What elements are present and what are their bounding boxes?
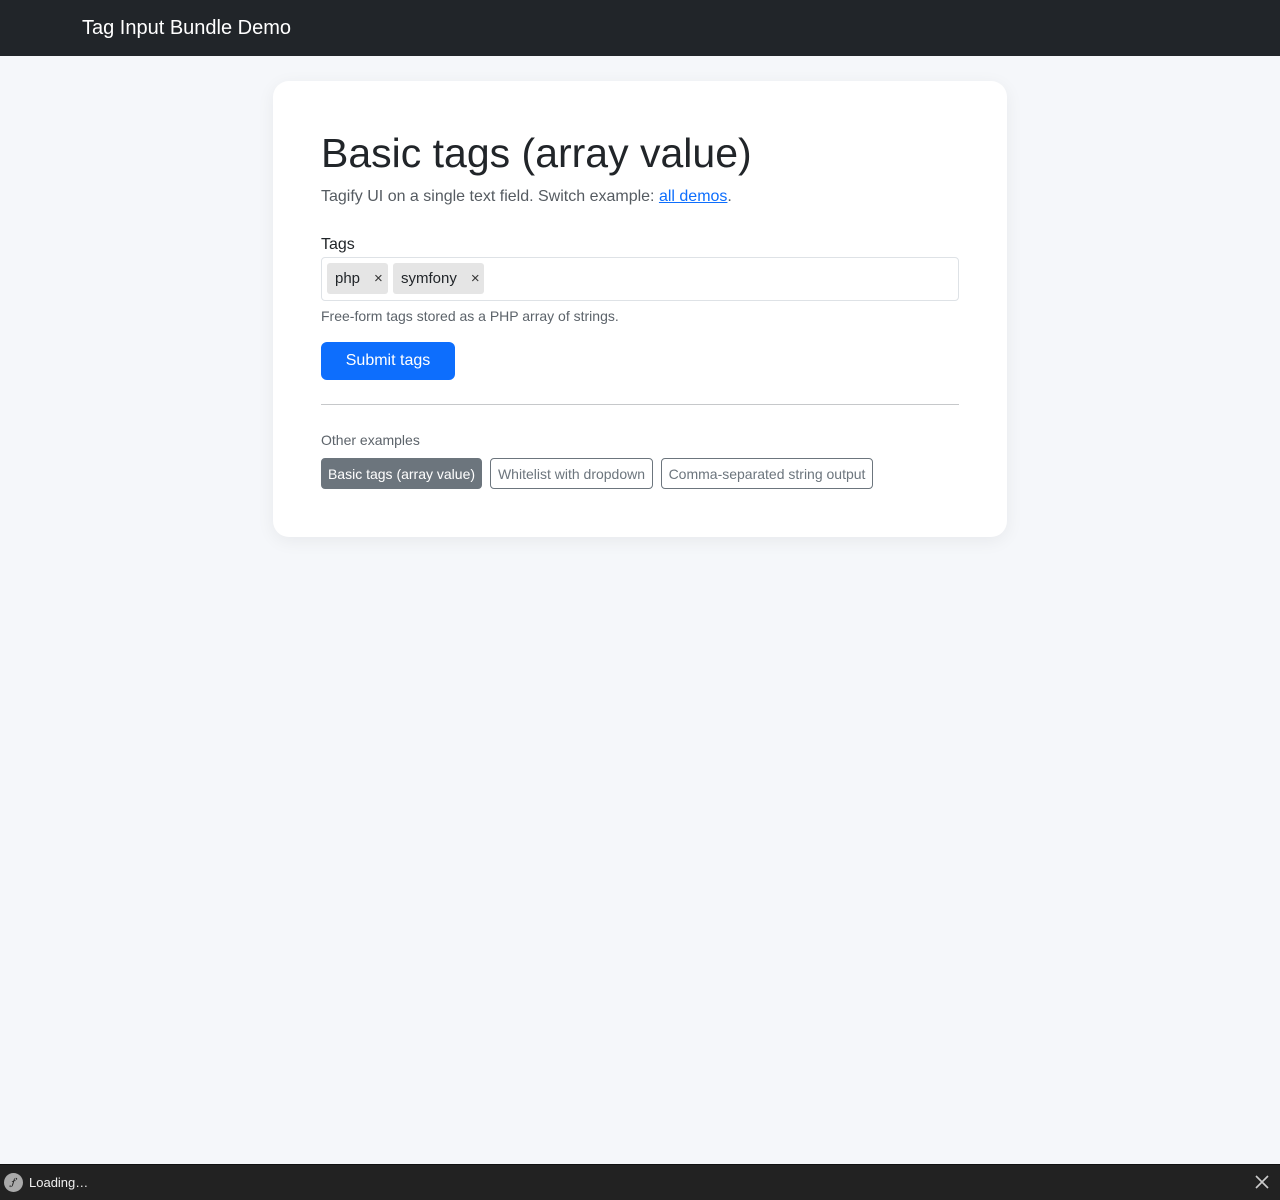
example-basic-tags-button[interactable]: Basic tags (array value) (321, 458, 482, 489)
tag-text-entry[interactable] (490, 263, 950, 294)
section-divider (321, 404, 959, 405)
symfony-icon[interactable] (4, 1173, 23, 1192)
top-navbar: Tag Input Bundle Demo (0, 0, 1280, 56)
tag-remove-icon[interactable]: × (374, 271, 383, 286)
all-demos-link[interactable]: all demos (659, 188, 727, 205)
lead-text-suffix: . (727, 188, 732, 205)
example-comma-separated-button[interactable]: Comma-separated string output (661, 458, 873, 489)
example-whitelist-button[interactable]: Whitelist with dropdown (490, 458, 653, 489)
tag-label: php (335, 270, 361, 287)
toolbar-status: Loading… (29, 1175, 89, 1190)
tags-help-text: Free-form tags stored as a PHP array of … (321, 308, 619, 324)
navbar-brand[interactable]: Tag Input Bundle Demo (82, 15, 291, 41)
debug-toolbar: Loading… (0, 1164, 1280, 1200)
tag-label: symfony (401, 270, 457, 287)
lead-text-body: Tagify UI on a single text field. Switch… (321, 188, 659, 205)
tag-symfony[interactable]: symfony × (393, 263, 484, 294)
tags-input[interactable]: php × symfony × (321, 257, 959, 301)
tag-php[interactable]: php × (327, 263, 388, 294)
submit-tags-button[interactable]: Submit tags (321, 342, 455, 380)
other-examples-label: Other examples (321, 432, 420, 448)
tags-label: Tags (321, 236, 355, 253)
tag-remove-icon[interactable]: × (471, 271, 480, 286)
demo-card: Basic tags (array value) Tagify UI on a … (273, 81, 1007, 537)
page-title: Basic tags (array value) (321, 130, 752, 176)
close-icon[interactable] (1254, 1174, 1270, 1190)
lead-text: Tagify UI on a single text field. Switch… (321, 187, 732, 207)
